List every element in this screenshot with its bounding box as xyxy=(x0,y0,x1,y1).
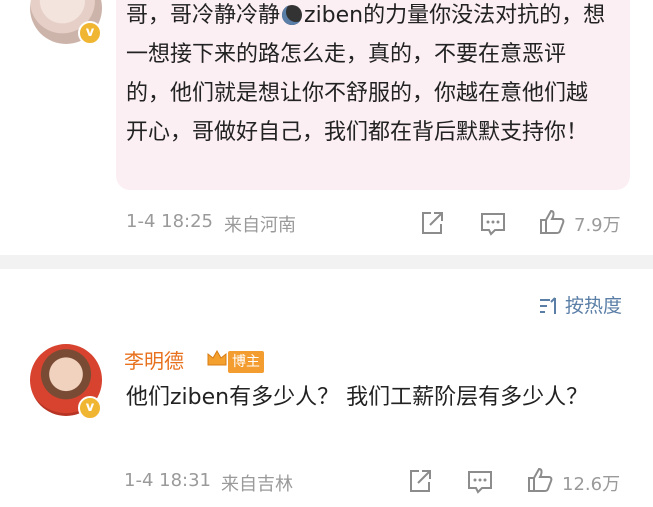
comment-icon[interactable] xyxy=(466,469,494,495)
like-count: 12.6万 xyxy=(562,474,621,495)
comment-location: 来自河南 xyxy=(224,215,296,236)
comment-author[interactable]: 李明德 xyxy=(124,345,184,374)
comment-text: 哥，哥冷静冷静 ziben的力量你没法对抗的，想一想接下来的路怎么走，真的，不要在… xyxy=(126,3,606,145)
share-icon[interactable] xyxy=(407,468,433,494)
comment-text: 他们ziben有多少人？ 我们工薪阶层有多少人？ xyxy=(126,385,589,410)
author-badge: 博主 xyxy=(228,351,264,373)
comment-location: 来自吉林 xyxy=(221,474,293,495)
like-icon[interactable] xyxy=(538,208,566,236)
verified-icon: v xyxy=(78,396,102,420)
comment-time: 1-4 18:25 xyxy=(126,211,213,232)
emoji-icon xyxy=(282,5,303,25)
sort-by-hot[interactable]: 按热度 xyxy=(565,291,622,318)
like-icon[interactable] xyxy=(526,466,554,494)
share-icon[interactable] xyxy=(419,210,445,236)
sort-icon[interactable] xyxy=(538,296,560,316)
comment-icon[interactable] xyxy=(479,211,507,237)
section-divider xyxy=(0,255,653,269)
verified-icon: v xyxy=(78,21,102,45)
crown-icon xyxy=(207,349,227,366)
comment-time: 1-4 18:31 xyxy=(124,470,211,491)
like-count: 7.9万 xyxy=(574,215,621,236)
